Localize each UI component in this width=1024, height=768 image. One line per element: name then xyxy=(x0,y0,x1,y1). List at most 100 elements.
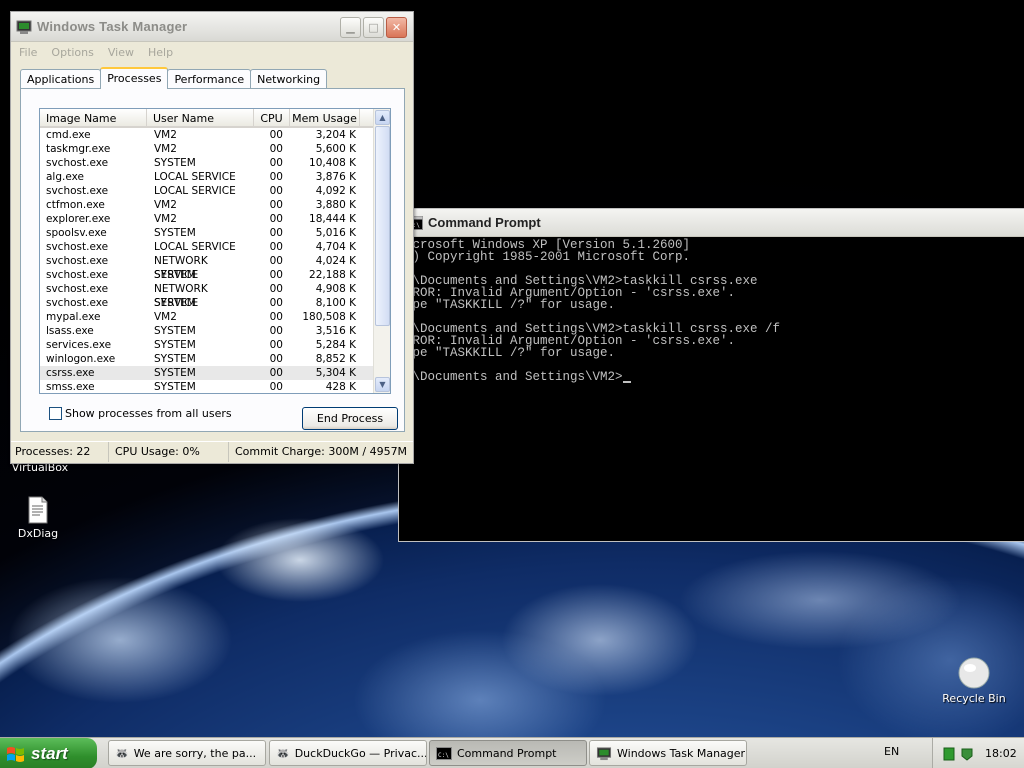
cell-image-name: csrss.exe xyxy=(46,367,95,379)
console-output[interactable]: icrosoft Windows XP [Version 5.1.2600] C)… xyxy=(405,238,1024,541)
table-row[interactable]: alg.exe LOCAL SERVICE 00 3,876 K xyxy=(40,170,390,184)
taskbar-item-command-prompt[interactable]: C:\ Command Prompt xyxy=(429,740,587,766)
task-label: DuckDuckGo — Privac... xyxy=(294,746,427,760)
menu-options[interactable]: Options xyxy=(51,46,93,64)
close-button[interactable]: ✕ xyxy=(386,17,407,38)
checkbox-box[interactable] xyxy=(49,407,62,420)
table-row[interactable]: svchost.exe SYSTEM 00 10,408 K xyxy=(40,156,390,170)
cell-image-name: winlogon.exe xyxy=(46,353,116,365)
command-prompt-window[interactable]: C:\ Command Prompt icrosoft Windows XP [… xyxy=(398,208,1024,542)
network-icon[interactable] xyxy=(943,747,955,761)
table-row[interactable]: lsass.exe SYSTEM 00 3,516 K xyxy=(40,324,390,338)
cell-cpu: 00 xyxy=(269,241,283,253)
cell-mem-usage: 4,024 K xyxy=(315,255,356,267)
process-list[interactable]: Image Name User Name CPU Mem Usage cmd.e… xyxy=(39,108,391,394)
table-row[interactable]: svchost.exe LOCAL SERVICE 00 4,704 K xyxy=(40,240,390,254)
cell-cpu: 00 xyxy=(269,325,283,337)
cell-mem-usage: 180,508 K xyxy=(302,311,356,323)
cell-cpu: 00 xyxy=(269,311,283,323)
start-label: start xyxy=(31,743,68,763)
desktop-icon-dxdiag[interactable]: DxDiag xyxy=(0,496,78,540)
minimize-button[interactable]: ▁ xyxy=(340,17,361,38)
cell-user-name: VM2 xyxy=(154,129,177,141)
cell-mem-usage: 18,444 K xyxy=(309,213,356,225)
taskbar-item-sorry-page[interactable]: 🦝 We are sorry, the pa... xyxy=(108,740,266,766)
recycle-bin-icon xyxy=(958,657,990,689)
tab-strip: Applications Processes Performance Netwo… xyxy=(20,67,328,89)
cell-cpu: 00 xyxy=(269,381,283,393)
tab-performance[interactable]: Performance xyxy=(167,69,252,88)
processes-panel: Image Name User Name CPU Mem Usage cmd.e… xyxy=(20,88,405,432)
scroll-thumb[interactable] xyxy=(375,126,390,326)
table-row[interactable]: svchost.exe SYSTEM 00 8,100 K xyxy=(40,296,390,310)
start-button[interactable]: start xyxy=(0,738,97,768)
show-all-users-checkbox[interactable]: Show processes from all users xyxy=(49,407,232,420)
table-row[interactable]: explorer.exe VM2 00 18,444 K xyxy=(40,212,390,226)
taskmgr-titlebar[interactable]: Windows Task Manager ▁ □ ✕ xyxy=(11,12,413,42)
cell-image-name: explorer.exe xyxy=(46,213,111,225)
table-row[interactable]: mypal.exe VM2 00 180,508 K xyxy=(40,310,390,324)
cell-cpu: 00 xyxy=(269,213,283,225)
cell-mem-usage: 4,092 K xyxy=(315,185,356,197)
scroll-up-button[interactable]: ▲ xyxy=(375,110,390,125)
tab-applications[interactable]: Applications xyxy=(20,69,102,88)
maximize-button[interactable]: □ xyxy=(363,17,384,38)
column-mem-usage[interactable]: Mem Usage xyxy=(290,109,360,126)
table-row[interactable]: csrss.exe SYSTEM 00 5,304 K xyxy=(40,366,390,380)
vertical-scrollbar[interactable]: ▲ ▼ xyxy=(373,109,390,393)
end-process-button[interactable]: End Process xyxy=(302,407,398,430)
cell-cpu: 00 xyxy=(269,353,283,365)
clock[interactable]: 18:02 xyxy=(985,747,1017,760)
cell-mem-usage: 3,516 K xyxy=(315,325,356,337)
table-row[interactable]: ctfmon.exe VM2 00 3,880 K xyxy=(40,198,390,212)
cell-cpu: 00 xyxy=(269,283,283,295)
menu-help[interactable]: Help xyxy=(148,46,173,64)
document-icon xyxy=(28,496,48,524)
language-indicator[interactable]: EN xyxy=(884,745,899,758)
cell-user-name: SYSTEM xyxy=(154,269,196,281)
table-row[interactable]: taskmgr.exe VM2 00 5,600 K xyxy=(40,142,390,156)
desktop-icon-recycle-bin[interactable]: Recycle Bin xyxy=(934,657,1014,705)
table-row[interactable]: services.exe SYSTEM 00 5,284 K xyxy=(40,338,390,352)
cell-mem-usage: 4,908 K xyxy=(315,283,356,295)
cell-cpu: 00 xyxy=(269,297,283,309)
taskbar-item-duckduckgo[interactable]: 🦝 DuckDuckGo — Privac... xyxy=(269,740,427,766)
table-row[interactable]: svchost.exe SYSTEM 00 22,188 K xyxy=(40,268,390,282)
process-rows: cmd.exe VM2 00 3,204 K taskmgr.exe VM2 00 5,600… xyxy=(40,128,390,393)
menu-file[interactable]: File xyxy=(19,46,37,64)
cell-user-name: VM2 xyxy=(154,311,177,323)
cell-image-name: smss.exe xyxy=(46,381,95,393)
menubar: File Options View Help xyxy=(11,42,413,64)
table-row[interactable]: svchost.exe NETWORK SERVICE 00 4,908 K xyxy=(40,282,390,309)
table-row[interactable]: smss.exe SYSTEM 00 428 K xyxy=(40,380,390,393)
desktop-icon-label: DxDiag xyxy=(17,527,59,540)
table-row[interactable]: svchost.exe LOCAL SERVICE 00 4,092 K xyxy=(40,184,390,198)
cell-image-name: ctfmon.exe xyxy=(46,199,105,211)
column-image-name[interactable]: Image Name xyxy=(40,109,147,126)
cell-user-name: LOCAL SERVICE xyxy=(154,185,236,197)
table-row[interactable]: spoolsv.exe SYSTEM 00 5,016 K xyxy=(40,226,390,240)
tab-networking[interactable]: Networking xyxy=(250,69,328,88)
list-header: Image Name User Name CPU Mem Usage xyxy=(40,109,390,128)
taskbar-item-task-manager[interactable]: Windows Task Manager xyxy=(589,740,747,766)
table-row[interactable]: cmd.exe VM2 00 3,204 K xyxy=(40,128,390,142)
tab-processes[interactable]: Processes xyxy=(100,67,169,89)
scroll-down-button[interactable]: ▼ xyxy=(375,377,390,392)
cmd-titlebar[interactable]: C:\ Command Prompt xyxy=(399,209,1024,237)
task-label: Command Prompt xyxy=(457,746,557,760)
taskmgr-icon xyxy=(596,746,612,760)
cell-cpu: 00 xyxy=(269,129,283,141)
table-row[interactable]: svchost.exe NETWORK SERVICE 00 4,024 K xyxy=(40,254,390,281)
column-cpu[interactable]: CPU xyxy=(254,109,290,126)
menu-view[interactable]: View xyxy=(108,46,134,64)
chevron-up-icon: ▲ xyxy=(379,113,386,122)
table-row[interactable]: winlogon.exe SYSTEM 00 8,852 K xyxy=(40,352,390,366)
cell-mem-usage: 8,852 K xyxy=(315,353,356,365)
cell-image-name: services.exe xyxy=(46,339,112,351)
security-shield-icon[interactable] xyxy=(960,747,974,761)
cell-cpu: 00 xyxy=(269,339,283,351)
column-user-name[interactable]: User Name xyxy=(147,109,254,126)
task-manager-window[interactable]: Windows Task Manager ▁ □ ✕ File Options … xyxy=(10,11,414,464)
cell-cpu: 00 xyxy=(269,199,283,211)
console-prompt: :\Documents and Settings\VM2> xyxy=(405,370,623,384)
